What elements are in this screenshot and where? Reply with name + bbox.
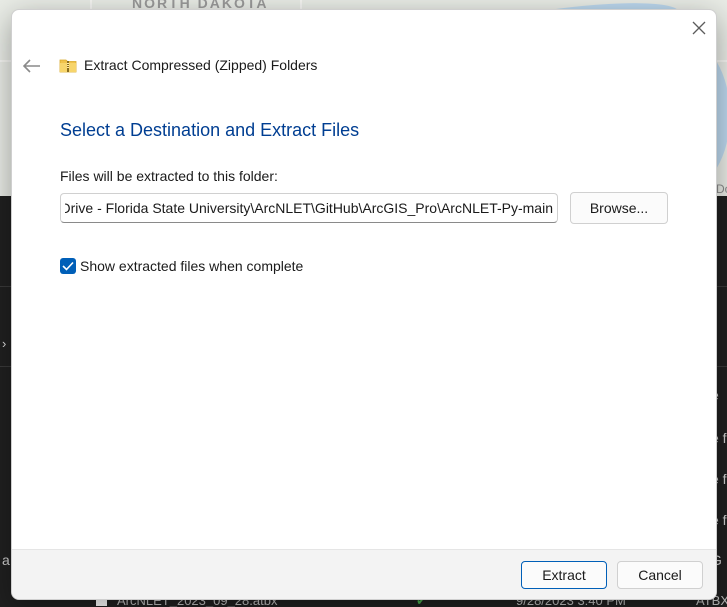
window-title: Extract Compressed (Zipped) Folders bbox=[84, 57, 318, 73]
show-files-label[interactable]: Show extracted files when complete bbox=[80, 258, 303, 274]
browse-button[interactable]: Browse... bbox=[570, 192, 668, 224]
close-icon bbox=[692, 21, 706, 35]
cancel-button[interactable]: Cancel bbox=[617, 561, 703, 589]
path-label: Files will be extracted to this folder: bbox=[60, 168, 278, 184]
extract-button[interactable]: Extract bbox=[521, 561, 607, 589]
show-files-checkbox[interactable] bbox=[60, 258, 76, 274]
close-button[interactable] bbox=[687, 16, 711, 40]
destination-path-input[interactable] bbox=[60, 193, 558, 223]
back-arrow-icon bbox=[23, 59, 40, 73]
extract-dialog: Extract Compressed (Zipped) Folders Sele… bbox=[11, 9, 717, 600]
chevron-right-icon[interactable]: › bbox=[2, 336, 6, 351]
page-heading: Select a Destination and Extract Files bbox=[60, 120, 360, 140]
back-button[interactable] bbox=[20, 54, 44, 78]
map-label-right: Do bbox=[716, 182, 727, 196]
checkmark-icon bbox=[62, 261, 74, 271]
background-text-fragment: a bbox=[2, 552, 10, 568]
dialog-footer: Extract Cancel bbox=[12, 549, 716, 599]
zip-folder-icon bbox=[59, 59, 77, 73]
